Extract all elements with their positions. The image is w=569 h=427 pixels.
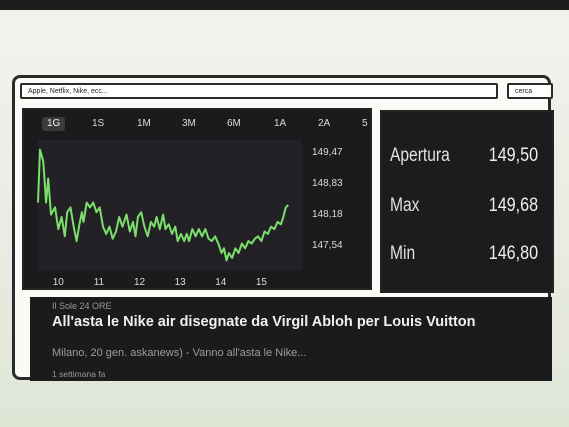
news-title[interactable]: All'asta le Nike air disegnate da Virgil… [52, 314, 532, 331]
x-tick-label: 12 [134, 277, 146, 288]
tab-5a[interactable]: 5 [362, 117, 368, 131]
tab-2a[interactable]: 2A [318, 117, 330, 131]
news-timestamp: 1 settimana fa [52, 369, 106, 379]
stat-row-min: Min 146,80 [382, 243, 552, 267]
news-source: Il Sole 24 ORE [52, 301, 112, 311]
stat-row-max: Max 149,68 [382, 195, 552, 219]
stat-label: Apertura [390, 145, 450, 166]
y-tick-label: 149,47 [312, 147, 343, 158]
tab-1a[interactable]: 1A [274, 117, 286, 131]
search-input[interactable]: Apple, Netflix, Nike, ecc... [20, 83, 498, 99]
stats-panel: Apertura 149,50 Max 149,68 Min 146,80 [380, 110, 554, 293]
stat-label: Min [390, 243, 416, 264]
tab-1g[interactable]: 1G [42, 117, 66, 131]
stat-value: 149,50 [488, 145, 538, 166]
plot-area [38, 140, 302, 270]
stock-chart-panel: 1G 1S 1M 3M 6M 1A 2A 5 149,47 148,83 148,1… [22, 108, 372, 290]
search-button[interactable]: cerca [507, 83, 553, 99]
range-tabs: 1G 1S 1M 3M 6M 1A 2A 5 [24, 116, 370, 132]
y-tick-label: 148,18 [312, 209, 343, 220]
x-tick-label: 13 [175, 277, 187, 288]
stat-value: 149,68 [488, 195, 538, 216]
price-line-chart: 149,47 148,83 148,18 147,54 10 11 12 13 14 15 [37, 140, 343, 288]
tab-1m[interactable]: 1M [137, 117, 151, 131]
y-tick-label: 147,54 [312, 240, 343, 251]
stat-value: 146,80 [488, 243, 538, 264]
stat-row-open: Apertura 149,50 [382, 145, 552, 169]
tab-6m[interactable]: 6M [227, 117, 241, 131]
tab-3m[interactable]: 3M [182, 117, 196, 131]
y-tick-label: 148,83 [312, 178, 343, 189]
x-tick-label: 14 [215, 277, 227, 288]
x-tick-label: 11 [94, 277, 105, 288]
news-snippet: Milano, 20 gen. askanews) - Vanno all'as… [52, 347, 307, 359]
stat-label: Max [390, 195, 420, 216]
x-tick-label: 10 [53, 277, 65, 288]
tab-1s[interactable]: 1S [92, 117, 104, 131]
top-bezel [0, 0, 569, 10]
x-tick-label: 15 [256, 277, 268, 288]
news-card[interactable]: Il Sole 24 ORE All'asta le Nike air dise… [30, 297, 552, 381]
